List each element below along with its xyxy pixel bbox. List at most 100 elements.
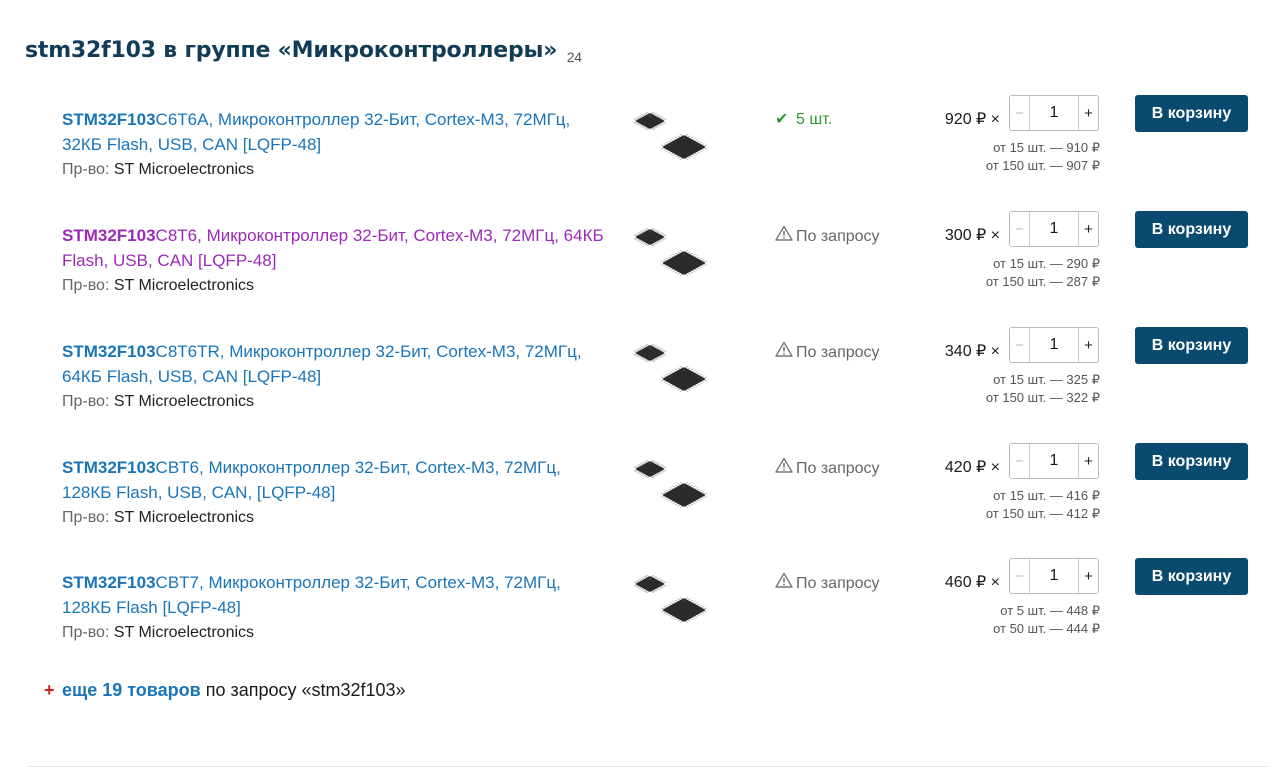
stock-text: По запросу	[796, 228, 880, 245]
add-to-cart-button[interactable]: В корзину	[1135, 558, 1248, 595]
quantity-stepper: − +	[1009, 327, 1099, 363]
qty-increase-button[interactable]: +	[1078, 212, 1098, 246]
qty-increase-button[interactable]: +	[1078, 96, 1098, 130]
group-title: stm32f103 в группе «Микроконтроллеры» 24	[25, 38, 582, 65]
product-name-bold: STM32F103	[62, 573, 156, 592]
price-tier: от 150 шт. — 412 ₽	[985, 506, 1100, 521]
quantity-input[interactable]	[1030, 444, 1078, 478]
stock-text: По запросу	[796, 460, 880, 477]
plus-icon: +	[44, 680, 55, 700]
group-title-text: stm32f103 в группе «Микроконтроллеры»	[25, 38, 558, 63]
add-to-cart-button[interactable]: В корзину	[1135, 211, 1248, 248]
more-results-text: по запросу «stm32f103»	[200, 680, 406, 700]
price-tier: от 5 шт. — 448 ₽	[1000, 603, 1100, 618]
price-tiers: от 5 шт. — 448 ₽ от 50 шт. — 444 ₽	[900, 602, 1100, 638]
add-to-cart-button[interactable]: В корзину	[1135, 95, 1248, 132]
warning-icon	[775, 341, 793, 362]
manufacturer-label: Пр-во:	[62, 509, 110, 526]
quantity-input[interactable]	[1030, 328, 1078, 362]
product-row: STM32F103C8T6TR, Микроконтроллер 32-Бит,…	[0, 327, 1280, 456]
product-link[interactable]: STM32F103CBT7, Микроконтроллер 32-Бит, C…	[62, 571, 612, 620]
product-link[interactable]: STM32F103CBT6, Микроконтроллер 32-Бит, C…	[62, 456, 612, 505]
unit-price: 340 ₽ ×	[944, 343, 1000, 360]
qty-decrease-button[interactable]: −	[1010, 559, 1030, 593]
manufacturer: Пр-во: ST Microelectronics	[62, 624, 254, 642]
warning-icon	[775, 225, 793, 246]
price-tier: от 150 шт. — 322 ₽	[985, 390, 1100, 405]
more-results-link[interactable]: еще 19 товаров	[62, 680, 201, 700]
unit-price: 920 ₽ ×	[944, 111, 1000, 128]
product-row: STM32F103CBT7, Микроконтроллер 32-Бит, C…	[0, 558, 1280, 687]
manufacturer-name: ST Microelectronics	[113, 277, 255, 294]
price-tier: от 150 шт. — 287 ₽	[985, 274, 1100, 289]
manufacturer: Пр-во: ST Microelectronics	[62, 509, 254, 527]
price-tiers: от 15 шт. — 910 ₽ от 150 шт. — 907 ₽	[900, 139, 1100, 175]
price-tier: от 15 шт. — 416 ₽	[993, 488, 1100, 503]
manufacturer-name: ST Microelectronics	[113, 509, 255, 526]
result-count: 24	[566, 49, 582, 66]
product-link[interactable]: STM32F103C8T6TR, Микроконтроллер 32-Бит,…	[62, 340, 612, 389]
product-image[interactable]	[626, 219, 722, 291]
unit-price: 300 ₽ ×	[944, 227, 1000, 244]
product-name-bold: STM32F103	[62, 342, 156, 361]
qty-decrease-button[interactable]: −	[1010, 212, 1030, 246]
add-to-cart-button[interactable]: В корзину	[1135, 327, 1248, 364]
stock-text: 5 шт.	[796, 111, 833, 128]
product-row: STM32F103C6T6A, Микроконтроллер 32-Бит, …	[0, 95, 1280, 224]
stock-status: По запросу	[775, 572, 880, 593]
quantity-input[interactable]	[1030, 212, 1078, 246]
manufacturer-label: Пр-во:	[62, 624, 110, 641]
unit-price: 420 ₽ ×	[944, 459, 1000, 476]
manufacturer-name: ST Microelectronics	[113, 161, 255, 178]
price-tier: от 50 шт. — 444 ₽	[993, 621, 1100, 636]
stock-text: По запросу	[796, 344, 880, 361]
product-link[interactable]: STM32F103C8T6, Микроконтроллер 32-Бит, C…	[62, 224, 612, 273]
product-row: STM32F103C8T6, Микроконтроллер 32-Бит, C…	[0, 211, 1280, 340]
manufacturer-name: ST Microelectronics	[113, 624, 255, 641]
quantity-stepper: − +	[1009, 95, 1099, 131]
qty-increase-button[interactable]: +	[1078, 444, 1098, 478]
qty-decrease-button[interactable]: −	[1010, 444, 1030, 478]
product-image[interactable]	[626, 335, 722, 407]
warning-icon	[775, 572, 793, 593]
qty-increase-button[interactable]: +	[1078, 559, 1098, 593]
price-tier: от 150 шт. — 907 ₽	[985, 158, 1100, 173]
quantity-input[interactable]	[1030, 559, 1078, 593]
more-results: + еще 19 товаров по запросу «stm32f103»	[44, 680, 406, 701]
price-tier: от 15 шт. — 325 ₽	[993, 372, 1100, 387]
manufacturer: Пр-во: ST Microelectronics	[62, 161, 254, 179]
manufacturer: Пр-во: ST Microelectronics	[62, 393, 254, 411]
price-tier: от 15 шт. — 910 ₽	[993, 140, 1100, 155]
manufacturer-label: Пр-во:	[62, 393, 110, 410]
qty-decrease-button[interactable]: −	[1010, 96, 1030, 130]
product-name-bold: STM32F103	[62, 110, 156, 129]
add-to-cart-button[interactable]: В корзину	[1135, 443, 1248, 480]
qty-increase-button[interactable]: +	[1078, 328, 1098, 362]
stock-status: По запросу	[775, 225, 880, 246]
product-name-bold: STM32F103	[62, 226, 156, 245]
stock-status: По запросу	[775, 457, 880, 478]
product-image[interactable]	[626, 103, 722, 175]
product-link[interactable]: STM32F103C6T6A, Микроконтроллер 32-Бит, …	[62, 108, 612, 157]
price-tiers: от 15 шт. — 416 ₽ от 150 шт. — 412 ₽	[900, 487, 1100, 523]
manufacturer-label: Пр-во:	[62, 277, 110, 294]
warning-icon	[775, 457, 793, 478]
price-tiers: от 15 шт. — 290 ₽ от 150 шт. — 287 ₽	[900, 255, 1100, 291]
product-image[interactable]	[626, 451, 722, 523]
product-image[interactable]	[626, 566, 722, 638]
divider	[28, 766, 1268, 767]
manufacturer-name: ST Microelectronics	[113, 393, 255, 410]
stock-status: По запросу	[775, 341, 880, 362]
product-name-bold: STM32F103	[62, 458, 156, 477]
product-row: STM32F103CBT6, Микроконтроллер 32-Бит, C…	[0, 443, 1280, 572]
check-icon: ✔	[775, 111, 789, 128]
stock-text: По запросу	[796, 575, 880, 592]
price-tiers: от 15 шт. — 325 ₽ от 150 шт. — 322 ₽	[900, 371, 1100, 407]
price-tier: от 15 шт. — 290 ₽	[993, 256, 1100, 271]
quantity-stepper: − +	[1009, 211, 1099, 247]
quantity-input[interactable]	[1030, 96, 1078, 130]
manufacturer-label: Пр-во:	[62, 161, 110, 178]
stock-status: ✔ 5 шт.	[775, 109, 832, 129]
qty-decrease-button[interactable]: −	[1010, 328, 1030, 362]
quantity-stepper: − +	[1009, 558, 1099, 594]
